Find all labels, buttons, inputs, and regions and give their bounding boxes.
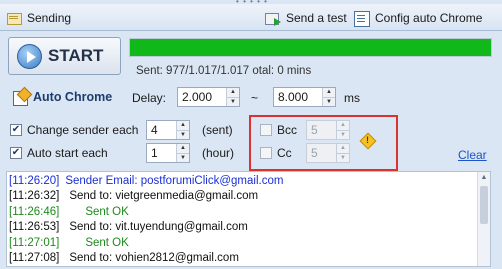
cc-label: Cc xyxy=(277,146,292,160)
log-line: [11:27:01] Sent OK xyxy=(9,236,490,251)
sent-status: Sent: 977/1.017/1.017 otal: 0 mins xyxy=(136,65,311,77)
log-line: [11:26:46] Sent OK xyxy=(9,205,490,220)
log-message: Send to: vietgreenmedia@gmail.com xyxy=(69,190,259,203)
log-message: Sent OK xyxy=(85,205,129,218)
scroll-up-arrow[interactable]: ▲ xyxy=(478,174,490,181)
log-timestamp: [11:26:53] xyxy=(9,221,60,234)
change-sender-unit: (sent) xyxy=(202,123,233,137)
auto-start-label: Auto start each xyxy=(27,146,108,160)
auto-start-unit: (hour) xyxy=(202,146,235,160)
start-label: START xyxy=(48,46,104,65)
delay-from-up-arrow[interactable]: ▲ xyxy=(227,88,239,97)
change-sender-up-arrow[interactable]: ▲ xyxy=(177,121,189,130)
cc-checkbox[interactable] xyxy=(260,147,272,159)
change-sender-value: 4 xyxy=(151,123,158,137)
config-chrome-button[interactable]: Config auto Chrome xyxy=(354,8,482,27)
auto-chrome-icon xyxy=(13,89,29,106)
sent-count: Sent: 977/1.017/1.017 xyxy=(136,65,250,77)
cc-input[interactable]: 5 ▲ ▼ xyxy=(306,143,350,163)
delay-from-value: 2.000 xyxy=(182,90,213,104)
config-chrome-label: Config auto Chrome xyxy=(375,10,483,25)
change-sender-checkbox[interactable]: ✔ xyxy=(10,124,22,136)
change-sender-input[interactable]: 4 ▲ ▼ xyxy=(146,120,190,140)
auto-start-checkbox[interactable]: ✔ xyxy=(10,147,22,159)
sending-tab[interactable]: Sending xyxy=(6,8,71,27)
delay-to-input[interactable]: 8.000 ▲ ▼ xyxy=(273,87,336,107)
toolbar: Sending Send a test Config auto Chrome xyxy=(0,4,502,31)
send-test-button[interactable]: Send a test xyxy=(265,8,347,27)
log-line: [11:26:20] Sender Email: postforumiClick@… xyxy=(9,174,490,189)
log-line: [11:27:08] Send to: vohien2812@gmail.com xyxy=(9,251,490,266)
log-line: [11:26:53] Send to: vit.tuyendung@gmail.c… xyxy=(9,220,490,235)
cc-value: 5 xyxy=(311,146,318,160)
delay-to-up-arrow[interactable]: ▲ xyxy=(323,88,335,97)
bcc-label: Bcc xyxy=(277,123,298,137)
play-icon xyxy=(17,43,42,69)
delay-unit: ms xyxy=(344,91,360,105)
cc-up-arrow[interactable]: ▲ xyxy=(337,144,349,153)
bcc-checkbox[interactable] xyxy=(260,124,272,136)
bcc-down-arrow[interactable]: ▼ xyxy=(337,129,349,139)
log-message: Sender Email: postforumiClick@gmail.com xyxy=(65,175,284,187)
delay-from-input[interactable]: 2.000 ▲ ▼ xyxy=(177,87,240,107)
mail-stack-icon xyxy=(6,10,22,26)
auto-chrome-label: Auto Chrome xyxy=(33,90,113,104)
progress-fill xyxy=(130,39,491,56)
delay-from-down-arrow[interactable]: ▼ xyxy=(227,96,239,106)
warning-glyph: ! xyxy=(366,135,369,145)
log-timestamp: [11:26:46] xyxy=(9,205,60,218)
log-message: Sent OK xyxy=(85,236,129,249)
delay-range-tilde: ~ xyxy=(251,91,259,105)
auto-start-input[interactable]: 1 ▲ ▼ xyxy=(146,143,190,163)
delay-to-value: 8.000 xyxy=(278,90,309,104)
log-scrollbar[interactable]: ▲ xyxy=(477,172,490,266)
bcc-value: 5 xyxy=(311,123,318,137)
warning-icon[interactable]: ! xyxy=(360,133,375,148)
start-button[interactable]: START xyxy=(8,37,121,75)
log-message: Send to: vit.tuyendung@gmail.com xyxy=(69,221,248,234)
log-timestamp: [11:26:32] xyxy=(9,190,60,203)
auto-start-up-arrow[interactable]: ▲ xyxy=(177,144,189,153)
bcc-input[interactable]: 5 ▲ ▼ xyxy=(306,120,350,140)
scroll-thumb[interactable] xyxy=(480,186,488,224)
sending-label: Sending xyxy=(27,10,72,25)
clear-link[interactable]: Clear xyxy=(458,148,487,162)
config-list-icon xyxy=(354,10,370,27)
log-panel[interactable]: [11:26:20] Sender Email: postforumiClick@… xyxy=(6,171,491,267)
delay-to-down-arrow[interactable]: ▼ xyxy=(323,96,335,106)
bcc-up-arrow[interactable]: ▲ xyxy=(337,121,349,130)
change-sender-label: Change sender each xyxy=(27,123,139,137)
auto-start-down-arrow[interactable]: ▼ xyxy=(177,152,189,162)
send-test-label: Send a test xyxy=(286,10,347,25)
auto-start-value: 1 xyxy=(151,146,158,160)
send-test-icon xyxy=(265,10,281,26)
change-sender-down-arrow[interactable]: ▼ xyxy=(177,129,189,139)
log-message: Send to: vohien2812@gmail.com xyxy=(69,252,239,265)
cc-down-arrow[interactable]: ▼ xyxy=(337,152,349,162)
log-line: [11:26:32] Send to: vietgreenmedia@gmail.… xyxy=(9,189,490,204)
log-timestamp: [11:27:01] xyxy=(9,236,60,249)
progress-bar xyxy=(129,38,492,57)
elapsed-time: otal: 0 mins xyxy=(252,65,312,77)
auto-chrome-title: Auto Chrome xyxy=(13,89,113,106)
delay-label: Delay: xyxy=(132,91,167,105)
log-timestamp: [11:26:20] xyxy=(9,175,60,187)
log-timestamp: [11:27:08] xyxy=(9,252,60,265)
